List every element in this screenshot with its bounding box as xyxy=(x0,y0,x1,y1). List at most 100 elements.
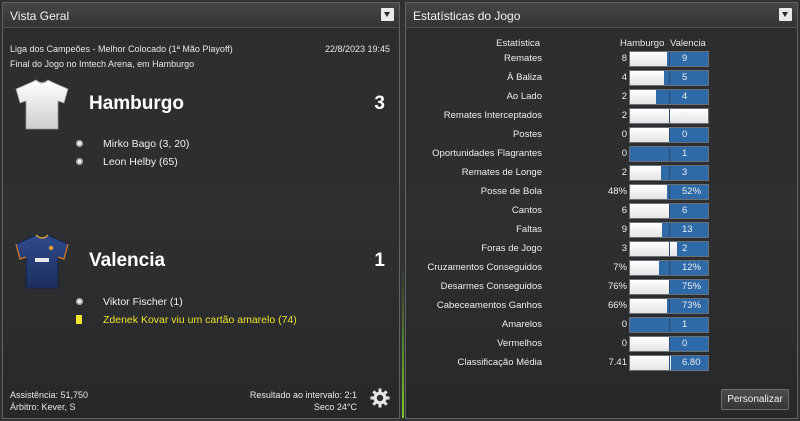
away-team-score: 1 xyxy=(374,250,385,271)
stat-bar-midline xyxy=(669,52,670,66)
stat-home-value: 7% xyxy=(613,262,627,273)
stat-row: Ao Lado 2 4 xyxy=(406,88,799,107)
attendance-label: Assistência: 51,750 xyxy=(10,390,89,400)
stat-home-value: 2 xyxy=(621,167,627,178)
competition-label: Liga dos Campeões - Melhor Colocado (1ª … xyxy=(10,44,233,54)
stat-comparison-bar xyxy=(629,165,709,181)
away-team-name[interactable]: Valencia xyxy=(89,250,165,272)
stat-bar-midline xyxy=(669,223,670,237)
settings-gear-icon[interactable] xyxy=(370,388,390,408)
away-team-shirt-icon xyxy=(15,234,69,289)
stat-label: Classificação Média xyxy=(457,357,542,368)
stat-row: Remates de Longe 2 3 xyxy=(406,164,799,183)
stat-home-value: 8 xyxy=(621,53,627,64)
stat-label: Cabeceamentos Ganhos xyxy=(436,300,542,311)
stat-comparison-bar xyxy=(629,51,709,67)
stat-bar-midline xyxy=(669,299,670,313)
stat-comparison-bar xyxy=(629,203,709,219)
stat-label: Oportunidades Flagrantes xyxy=(432,148,542,159)
stat-home-bar-fill xyxy=(630,223,662,237)
away-goal-event[interactable]: Viktor Fischer (1) xyxy=(103,296,183,308)
stat-bar-midline xyxy=(669,204,670,218)
stat-home-value: 2 xyxy=(621,110,627,121)
stat-home-bar-fill xyxy=(630,356,671,370)
stat-comparison-bar xyxy=(629,222,709,238)
stat-home-bar-fill xyxy=(630,337,669,351)
match-datetime: 22/8/2023 19:45 xyxy=(324,44,390,54)
stat-away-value: 52% xyxy=(682,186,702,197)
stat-bar-midline xyxy=(669,261,670,275)
stat-label: À Baliza xyxy=(507,72,542,83)
stat-home-bar-fill xyxy=(630,280,669,294)
home-team-name[interactable]: Hamburgo xyxy=(89,93,184,115)
stat-comparison-bar xyxy=(629,89,709,105)
stat-row: Faltas 9 13 xyxy=(406,221,799,240)
stat-away-value: 2 xyxy=(682,243,688,254)
stat-bar-midline xyxy=(669,128,670,142)
stat-row: Cruzamentos Conseguidos 7% 12% xyxy=(406,259,799,278)
overview-title: Vista Geral xyxy=(10,9,70,23)
stat-away-value: 73% xyxy=(682,300,702,311)
panel-divider-highlight xyxy=(402,260,404,418)
stat-away-value: 75% xyxy=(682,281,702,292)
stat-bar-midline xyxy=(669,147,670,161)
stat-home-bar-fill xyxy=(630,128,669,142)
referee-label: Árbitro: Kever, S xyxy=(10,402,76,412)
stat-away-value: 5 xyxy=(682,72,688,83)
stat-row: Desarmes Conseguidos 76% 75% xyxy=(406,278,799,297)
overview-menu-dropdown-icon[interactable] xyxy=(381,8,394,21)
col-header-away: Valencia xyxy=(670,38,706,49)
stat-label: Foras de Jogo xyxy=(481,243,542,254)
stat-home-value: 66% xyxy=(607,300,627,311)
stat-row: Oportunidades Flagrantes 0 1 xyxy=(406,145,799,164)
stat-home-bar-fill xyxy=(630,166,661,180)
stat-home-value: 3 xyxy=(621,243,627,254)
stat-home-value: 0 xyxy=(621,319,627,330)
stat-bar-midline xyxy=(669,71,670,85)
stat-bar-midline xyxy=(669,280,670,294)
stat-away-value: 13 xyxy=(682,224,693,235)
stat-bar-midline xyxy=(669,109,670,123)
stat-label: Cantos xyxy=(511,205,542,216)
stat-away-value: 1 xyxy=(682,148,688,159)
stat-row: Amarelos 0 1 xyxy=(406,316,799,335)
stat-home-value: 2 xyxy=(621,91,627,102)
yellow-card-icon xyxy=(76,315,82,324)
stat-away-value: 0 xyxy=(682,110,688,121)
customize-button[interactable]: Personalizar xyxy=(721,389,789,410)
stat-comparison-bar xyxy=(629,146,709,162)
home-goal-event[interactable]: Leon Helby (65) xyxy=(103,156,178,168)
home-goal-event[interactable]: Mirko Bago (3, 20) xyxy=(103,138,189,150)
stats-menu-dropdown-icon[interactable] xyxy=(779,8,792,21)
stat-away-value: 4 xyxy=(682,91,688,102)
stat-label: Remates xyxy=(503,53,542,64)
stat-home-value: 0 xyxy=(621,129,627,140)
stat-comparison-bar xyxy=(629,241,709,257)
match-overview-panel: Vista Geral Liga dos Campeões - Melhor C… xyxy=(2,2,400,419)
stat-away-value: 9 xyxy=(682,53,688,64)
stat-bar-midline xyxy=(669,337,670,351)
stat-comparison-bar xyxy=(629,317,709,333)
stat-label: Faltas xyxy=(516,224,542,235)
ball-icon xyxy=(76,158,83,165)
stat-home-bar-fill xyxy=(630,90,656,104)
stat-bar-midline xyxy=(669,185,670,199)
stat-bar-midline xyxy=(669,356,670,370)
stat-row: Classificação Média 7.41 6.80 xyxy=(406,354,799,373)
home-team-shirt-icon xyxy=(15,79,69,130)
away-card-event[interactable]: Zdenek Kovar viu um cartão amarelo (74) xyxy=(103,314,297,326)
stat-home-value: 76% xyxy=(607,281,627,292)
stat-away-value: 12% xyxy=(682,262,702,273)
col-header-home: Hamburgo xyxy=(620,38,665,49)
stat-home-value: 7.41 xyxy=(608,357,628,368)
stats-header: Estatísticas do Jogo xyxy=(406,3,797,28)
stat-comparison-bar xyxy=(629,127,709,143)
stat-home-value: 9 xyxy=(621,224,627,235)
venue-label: Final do Jogo no Imtech Arena, em Hambur… xyxy=(10,59,195,69)
stat-bar-midline xyxy=(669,166,670,180)
stat-row: Postes 0 0 xyxy=(406,126,799,145)
stat-label: Cruzamentos Conseguidos xyxy=(427,262,542,273)
stat-away-value: 6.80 xyxy=(682,357,701,368)
stat-home-bar-fill xyxy=(630,299,667,313)
stat-bar-midline xyxy=(669,90,670,104)
